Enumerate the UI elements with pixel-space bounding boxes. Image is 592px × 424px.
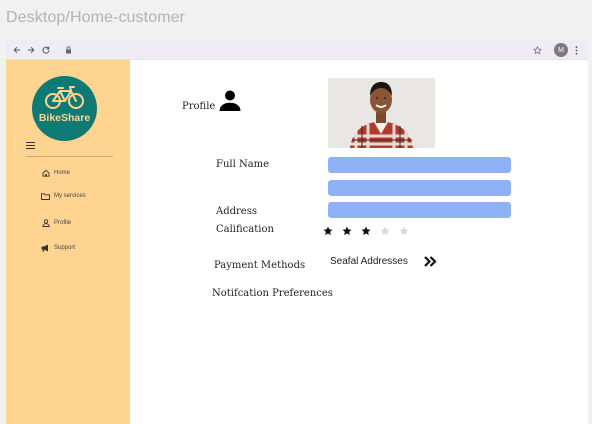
- star-rating[interactable]: [323, 225, 418, 237]
- address-field[interactable]: [328, 202, 511, 218]
- sidebar-item-my-services[interactable]: My services: [41, 190, 86, 202]
- star-filled-icon[interactable]: [342, 225, 361, 237]
- double-chevron-right-icon[interactable]: [424, 254, 437, 272]
- sidebar-item-label: Support: [54, 245, 76, 251]
- payment-methods-label[interactable]: Payment Methods: [214, 260, 305, 271]
- profile-avatar[interactable]: M: [554, 43, 568, 57]
- star-empty-icon[interactable]: [399, 225, 418, 237]
- back-arrow-icon[interactable]: [12, 40, 22, 60]
- bikeshare-logo[interactable]: BikeShare: [32, 76, 97, 141]
- forward-arrow-icon[interactable]: [26, 40, 36, 60]
- lock-icon: [63, 40, 73, 60]
- megaphone-icon: [41, 244, 50, 253]
- sidebar-item-label: Home: [54, 170, 71, 176]
- calification-label: Calification: [216, 224, 274, 235]
- secondary-field[interactable]: [328, 180, 511, 196]
- sidebar-item-home[interactable]: Home: [41, 167, 70, 179]
- home-icon: [41, 169, 50, 178]
- logo-text: BikeShare: [38, 112, 91, 124]
- full-name-field[interactable]: [328, 157, 511, 173]
- browser-window: M BikeShare Home My services Profile Sup…: [6, 40, 588, 424]
- full-name-label: Full Name: [216, 159, 270, 170]
- star-filled-icon[interactable]: [361, 225, 380, 237]
- reload-icon[interactable]: [41, 40, 51, 60]
- profile-photo[interactable]: [328, 78, 435, 148]
- folder-icon: [41, 192, 50, 201]
- address-label: Address: [216, 206, 257, 217]
- sidebar-item-support[interactable]: Support: [41, 242, 75, 254]
- user-profile-icon: [219, 90, 241, 116]
- profile-content: Profile Full Name Address Calification P…: [130, 60, 588, 424]
- saved-addresses-label[interactable]: Seafal Addresses: [330, 256, 408, 267]
- frame-title: Desktop/Home-customer: [6, 9, 186, 26]
- star-empty-icon[interactable]: [380, 225, 399, 237]
- bicycle-icon: [45, 86, 84, 109]
- user-icon: [41, 219, 50, 228]
- sidebar-item-profile[interactable]: Profile: [41, 217, 71, 229]
- bookmark-star-icon[interactable]: [531, 40, 543, 60]
- sidebar-divider: [26, 156, 113, 157]
- sidebar-item-label: Profile: [54, 220, 72, 226]
- sidebar-item-label: My services: [54, 193, 86, 199]
- kebab-menu-icon[interactable]: [571, 40, 581, 60]
- hamburger-menu-icon[interactable]: [26, 142, 35, 149]
- notification-preferences-label[interactable]: Notifcation Preferences: [212, 288, 333, 299]
- sidebar: BikeShare Home My services Profile Suppo…: [6, 60, 130, 424]
- profile-heading: Profile: [182, 101, 216, 112]
- star-filled-icon[interactable]: [323, 225, 342, 237]
- browser-toolbar: M: [6, 40, 588, 60]
